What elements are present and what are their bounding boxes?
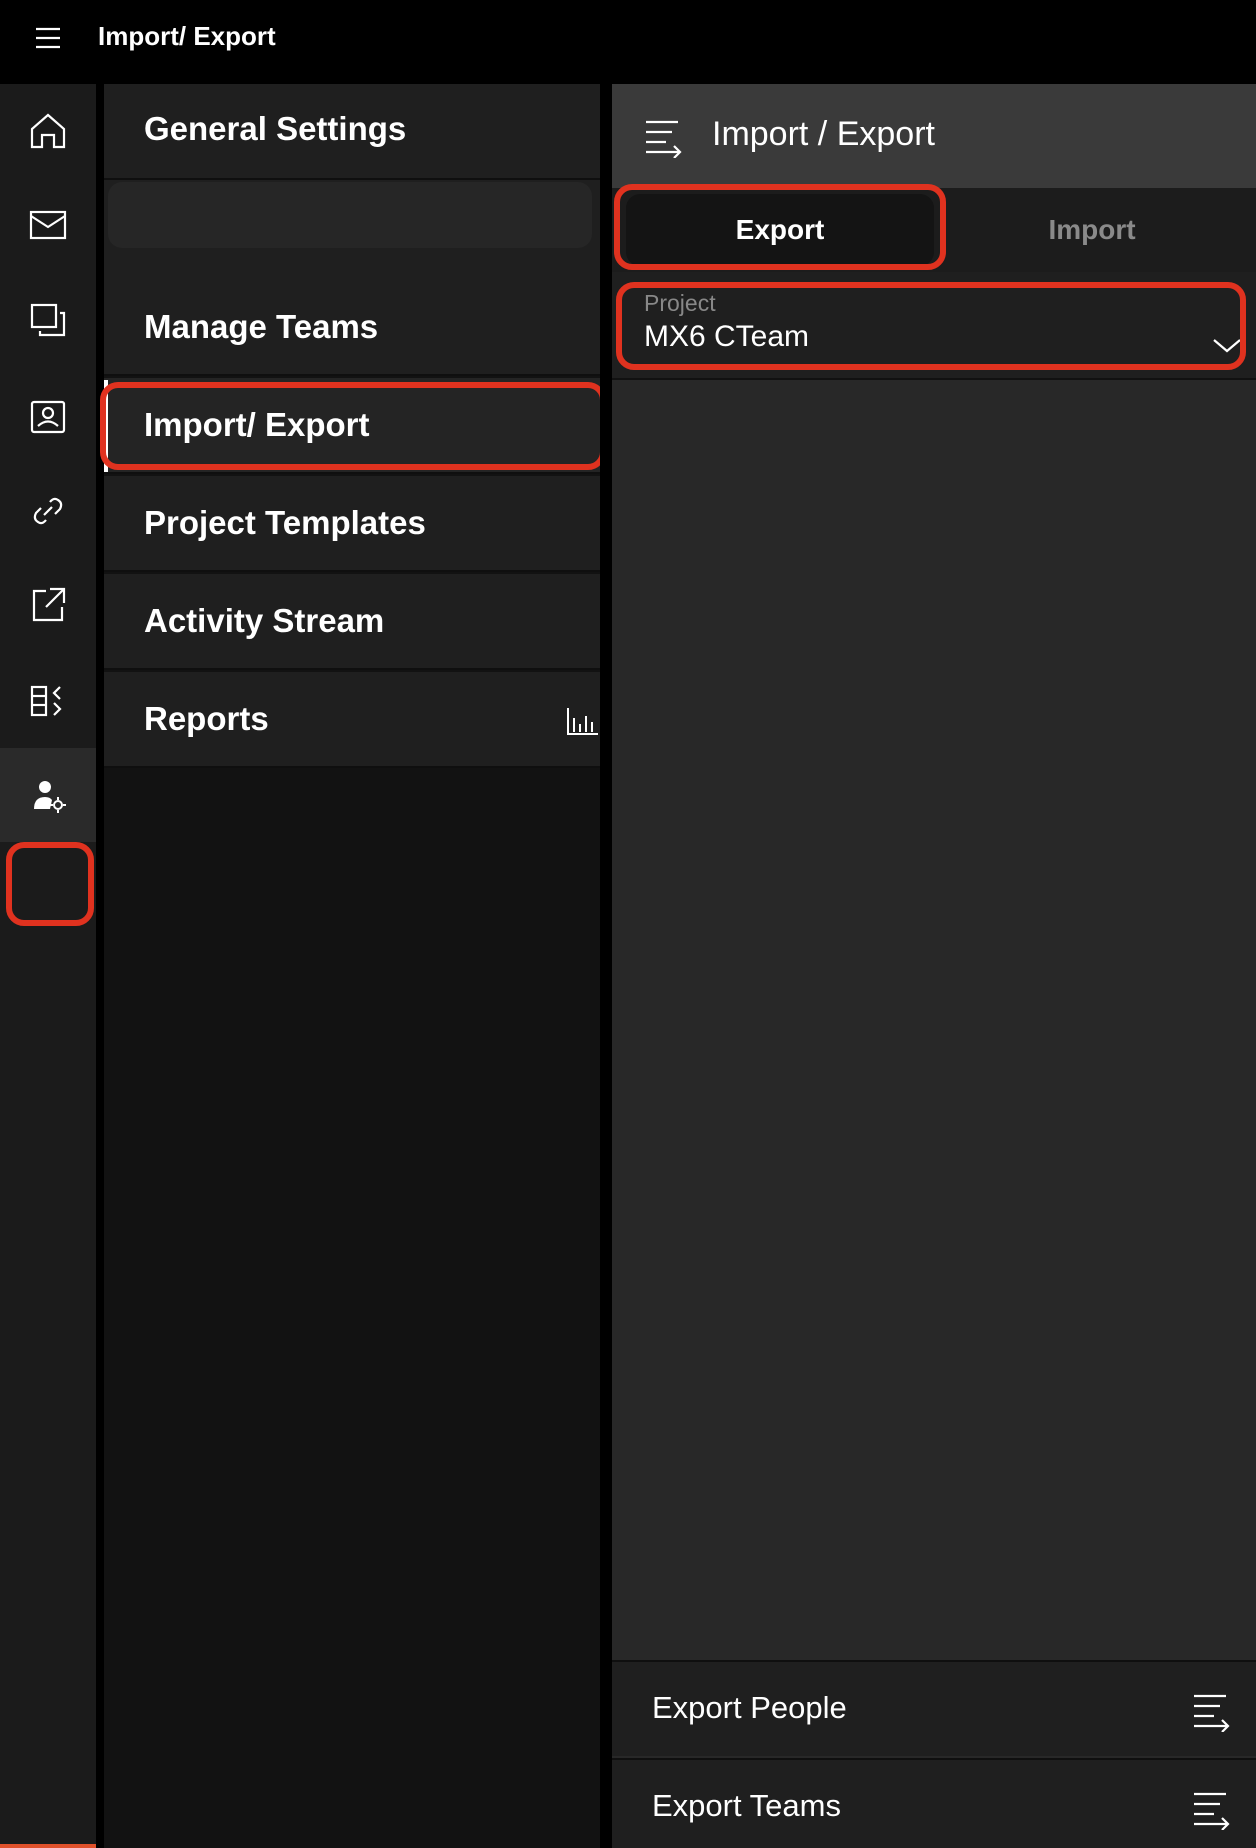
admin-settings-icon[interactable] [0, 748, 96, 842]
icon-rail: SH [0, 84, 96, 1848]
search-input[interactable] [108, 182, 592, 248]
tab-import[interactable]: Import [932, 194, 1252, 266]
home-icon[interactable] [0, 84, 96, 178]
import-export-panel: Import / Export Export Import Project MX… [612, 84, 1256, 1848]
action-label: Export Teams [652, 1788, 841, 1823]
export-teams-button[interactable]: Export Teams [612, 1758, 1256, 1848]
settings-item-label: General Settings [144, 110, 407, 147]
action-label: Export People [652, 1690, 847, 1725]
link-icon[interactable] [0, 464, 96, 558]
settings-item-label: Project Templates [144, 504, 426, 541]
columns-icon[interactable] [0, 654, 96, 748]
export-people-button[interactable]: Export People [612, 1660, 1256, 1756]
list-arrow-icon[interactable] [642, 114, 686, 158]
windows-icon[interactable] [0, 274, 96, 368]
highlight-box [616, 282, 1246, 370]
panel-title: Import / Export [712, 115, 935, 153]
settings-item-label: Manage Teams [144, 308, 379, 345]
settings-item-reports[interactable]: Reports [104, 672, 600, 768]
settings-item-activity-stream[interactable]: Activity Stream [104, 574, 600, 670]
highlight-box [6, 842, 94, 926]
app-title: Import/ Export [98, 21, 276, 51]
highlight-box [100, 382, 606, 470]
settings-item-general[interactable]: General Settings [104, 84, 600, 180]
highlight-box [614, 184, 946, 270]
hamburger-menu-icon[interactable] [30, 20, 66, 56]
list-arrow-icon [1194, 1792, 1230, 1830]
settings-item-label: Activity Stream [144, 602, 385, 639]
avatar[interactable]: SH [0, 1844, 96, 1848]
settings-item-label: Reports [144, 700, 269, 737]
share-icon[interactable] [0, 558, 96, 652]
contact-icon[interactable] [0, 370, 96, 464]
list-arrow-icon [1194, 1694, 1230, 1732]
bar-chart-icon [567, 708, 598, 735]
mail-icon[interactable] [0, 178, 96, 272]
panel-header: Import / Export [612, 84, 1256, 188]
settings-list: General Settings Manage Teams Import/ Ex… [100, 84, 606, 1848]
settings-item-project-templates[interactable]: Project Templates [104, 476, 600, 572]
settings-item-manage-teams[interactable]: Manage Teams [104, 280, 600, 376]
top-bar: Import/ Export [0, 0, 1256, 84]
column-divider [600, 84, 612, 1848]
